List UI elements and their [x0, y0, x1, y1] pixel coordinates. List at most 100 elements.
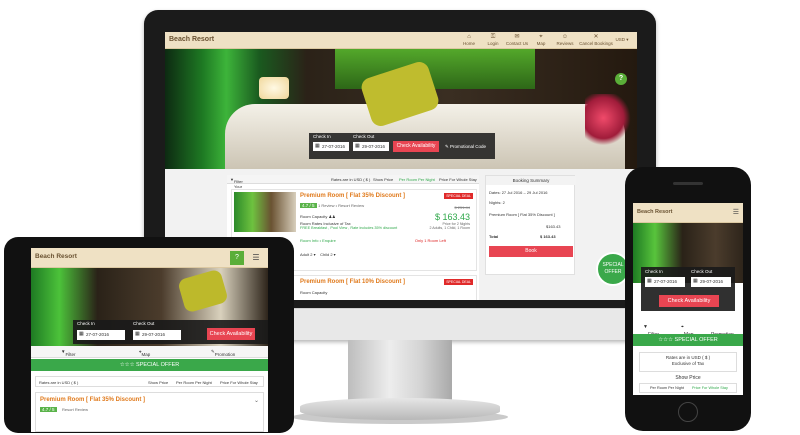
action-bar: ▼ Filter ⌖ Map Promotion [633, 316, 743, 338]
phone-speaker [673, 182, 703, 185]
calendar-icon: ▦ [79, 331, 84, 337]
summary-total-label: Total [489, 234, 499, 239]
hero-lamp [259, 77, 289, 99]
check-availability-button[interactable]: Check Availability [207, 328, 255, 340]
hero-image: ? Check In ▦ 27-07-2016 Check Out ▦ 29-07-… [165, 49, 637, 169]
summary-total: $ 163.43 [540, 234, 556, 239]
room-info-links[interactable]: Room Info • Enquire [300, 238, 336, 243]
room-card: Premium Room [ Flat 35% Discount ] 4.7 /… [35, 392, 264, 432]
checkout-field[interactable]: ▦ 29-07-2016 [133, 330, 181, 340]
map-button[interactable]: ⌖ Map [681, 324, 694, 338]
rating-badge: 4.7 / 5 [300, 203, 317, 208]
monitor-stand-neck [348, 340, 452, 402]
reviews-link[interactable]: 1 Review • Resort Review [318, 203, 364, 208]
calendar-icon: ▦ [315, 143, 320, 149]
rates-note: Rates are in USD ( $ ) [39, 380, 79, 385]
cancel-icon: ✕ [593, 34, 599, 40]
filter-button[interactable]: ▼ Filter [643, 324, 659, 338]
help-button[interactable]: ? [230, 251, 244, 265]
special-offer-banner[interactable]: ☆☆☆ SPECIAL OFFER [31, 359, 268, 371]
special-deal-badge: SPECIAL DEAL [444, 279, 473, 285]
calendar-icon: ▦ [355, 143, 360, 149]
checkout-label: Check Out [353, 134, 375, 139]
summary-room-amount: $163.43 [546, 224, 561, 229]
room-price: $ 163.43 [434, 212, 470, 222]
tab-per-room[interactable]: Per Room Per Night [176, 380, 212, 385]
filter-button[interactable]: ▼ Filter [61, 349, 75, 357]
search-box: Check In ▦ 27-07-2016 Check Out ▦ 29-07-20… [641, 267, 735, 311]
phone-header: Beach Resort ☰ [633, 203, 743, 223]
rooms-left: Only 1 Room Left [414, 238, 446, 243]
nav-cancel-bookings[interactable]: ✕ Cancel Bookings [579, 33, 613, 46]
promo-code-link[interactable]: ✎ Promotional Code [445, 141, 486, 152]
checkin-field[interactable]: ▦ 27-07-2016 [645, 277, 685, 287]
show-price-label: Show Price [675, 375, 701, 381]
occupancy-selector[interactable]: Adult 2 ▾ Child 2 ▾ [300, 252, 336, 257]
check-availability-button[interactable]: Check Availability [393, 141, 439, 152]
book-button[interactable]: Book [489, 246, 573, 257]
room-capacity: Room Capacity [300, 290, 328, 295]
tab-per-room[interactable]: Per Room Per Night [399, 177, 435, 182]
room-capacity: Room Capacity ♟♟ [300, 214, 336, 219]
top-navbar: Beach Resort ⌂ Home ⚿ Login ✉ Contact Us ⌖ M… [165, 32, 637, 49]
hero-pillow [177, 268, 229, 314]
tab-whole-stay[interactable]: Price For Whole Stay [220, 380, 258, 385]
booking-summary: Booking Summary Dates: 27 Jul 2016 – 29 … [485, 175, 576, 275]
reviews-icon: ☺ [561, 34, 569, 40]
tab-whole-stay[interactable]: Price For Whole Stay [439, 177, 477, 182]
old-price: $ 251.44 [454, 205, 470, 210]
summary-room: Premium Room [ Flat 35% Discount ] [489, 212, 555, 217]
room-title[interactable]: Premium Room [ Flat 35% Discount ] [40, 397, 145, 403]
person-icon: ♟♟ [328, 214, 336, 219]
brand-logo[interactable]: Beach Resort [35, 253, 77, 260]
checkout-field[interactable]: ▦ 29-07-2016 [353, 142, 389, 151]
brand-logo[interactable]: Beach Resort [169, 36, 214, 43]
chevron-down-icon[interactable]: ⌄ [254, 397, 259, 404]
tablet-header: Beach Resort ? ☰ [31, 248, 268, 268]
special-deal-badge: SPECIAL DEAL [444, 193, 473, 199]
tab-per-room[interactable]: Per Room Per Night [650, 386, 684, 390]
hero-flower [585, 94, 631, 154]
price-tabs: Per Room Per Night Price For Whole Stay [639, 383, 737, 393]
action-bar: ▼ Filter ⌖ Map ✎ Promotion [31, 346, 268, 358]
tablet-screen: Beach Resort ? ☰ Check In ▦ 27-07-2016 Ch… [31, 248, 268, 432]
special-offer-banner[interactable]: ☆☆☆ SPECIAL OFFER [633, 334, 743, 346]
brand-logo[interactable]: Beach Resort [637, 209, 672, 215]
show-price-label: Show Price [373, 177, 394, 182]
promotion-button[interactable]: ✎ Promotion [211, 349, 235, 357]
summary-dates: Dates: 27 Jul 2016 – 29 Jul 2016 [489, 190, 548, 195]
calendar-icon: ▦ [693, 278, 698, 284]
rates-bar: Rates are in USD ( $ ) Show Price Per Ro… [35, 376, 264, 387]
checkin-field[interactable]: ▦ 27-07-2016 [313, 142, 349, 151]
phone-screen: Beach Resort ☰ Check In ▦ 27-07-2016 Chec… [633, 203, 743, 395]
room-title[interactable]: Premium Room [ Flat 35% Discount ] [300, 193, 405, 199]
checkout-label: Check Out [133, 321, 155, 326]
summary-header: Booking Summary [486, 176, 576, 185]
room-thumbnail[interactable] [234, 192, 296, 232]
phone-home-button[interactable] [678, 402, 698, 422]
rates-note: Rates are in USD ( $ ) Exclusive of Tax [639, 352, 737, 372]
map-button[interactable]: ⌖ Map [139, 349, 150, 357]
menu-icon[interactable]: ☰ [733, 208, 739, 216]
menu-icon[interactable]: ☰ [249, 251, 263, 265]
reviews-link[interactable]: Resort Review [62, 407, 88, 412]
filter-button[interactable]: ▼ Filter Your Search [230, 177, 247, 194]
nav-reviews[interactable]: ☺ Reviews [551, 33, 579, 46]
price-note: Price for 2 Nights 2 Adults, 1 Child, 1 R… [429, 222, 470, 230]
calendar-icon: ▦ [647, 278, 652, 284]
help-button[interactable]: ? [615, 73, 627, 85]
room-title[interactable]: Premium Room [ Flat 10% Discount ] [300, 279, 405, 285]
summary-nights: Nights: 2 [489, 200, 505, 205]
inclusions: FREE Breakfast , Pool View , Rate includ… [300, 226, 398, 230]
tab-whole-stay[interactable]: Price For Whole Stay [692, 386, 728, 390]
checkin-field[interactable]: ▦ 27-07-2016 [77, 330, 125, 340]
filter-bar: ▼ Filter Your Search Rates are in USD ( … [227, 175, 479, 194]
rates-note: Rates are in USD ( $ ) [331, 177, 371, 182]
nav-currency[interactable]: USD ▾ [611, 37, 633, 43]
checkin-label: Check In [313, 134, 331, 139]
search-box: Check In ▦ 27-07-2016 Check Out ▦ 29-07-20… [309, 133, 495, 159]
checkout-label: Check Out [691, 269, 713, 274]
checkout-field[interactable]: ▦ 29-07-2016 [691, 277, 731, 287]
check-availability-button[interactable]: Check Availability [659, 295, 719, 307]
checkin-label: Check In [645, 269, 663, 274]
